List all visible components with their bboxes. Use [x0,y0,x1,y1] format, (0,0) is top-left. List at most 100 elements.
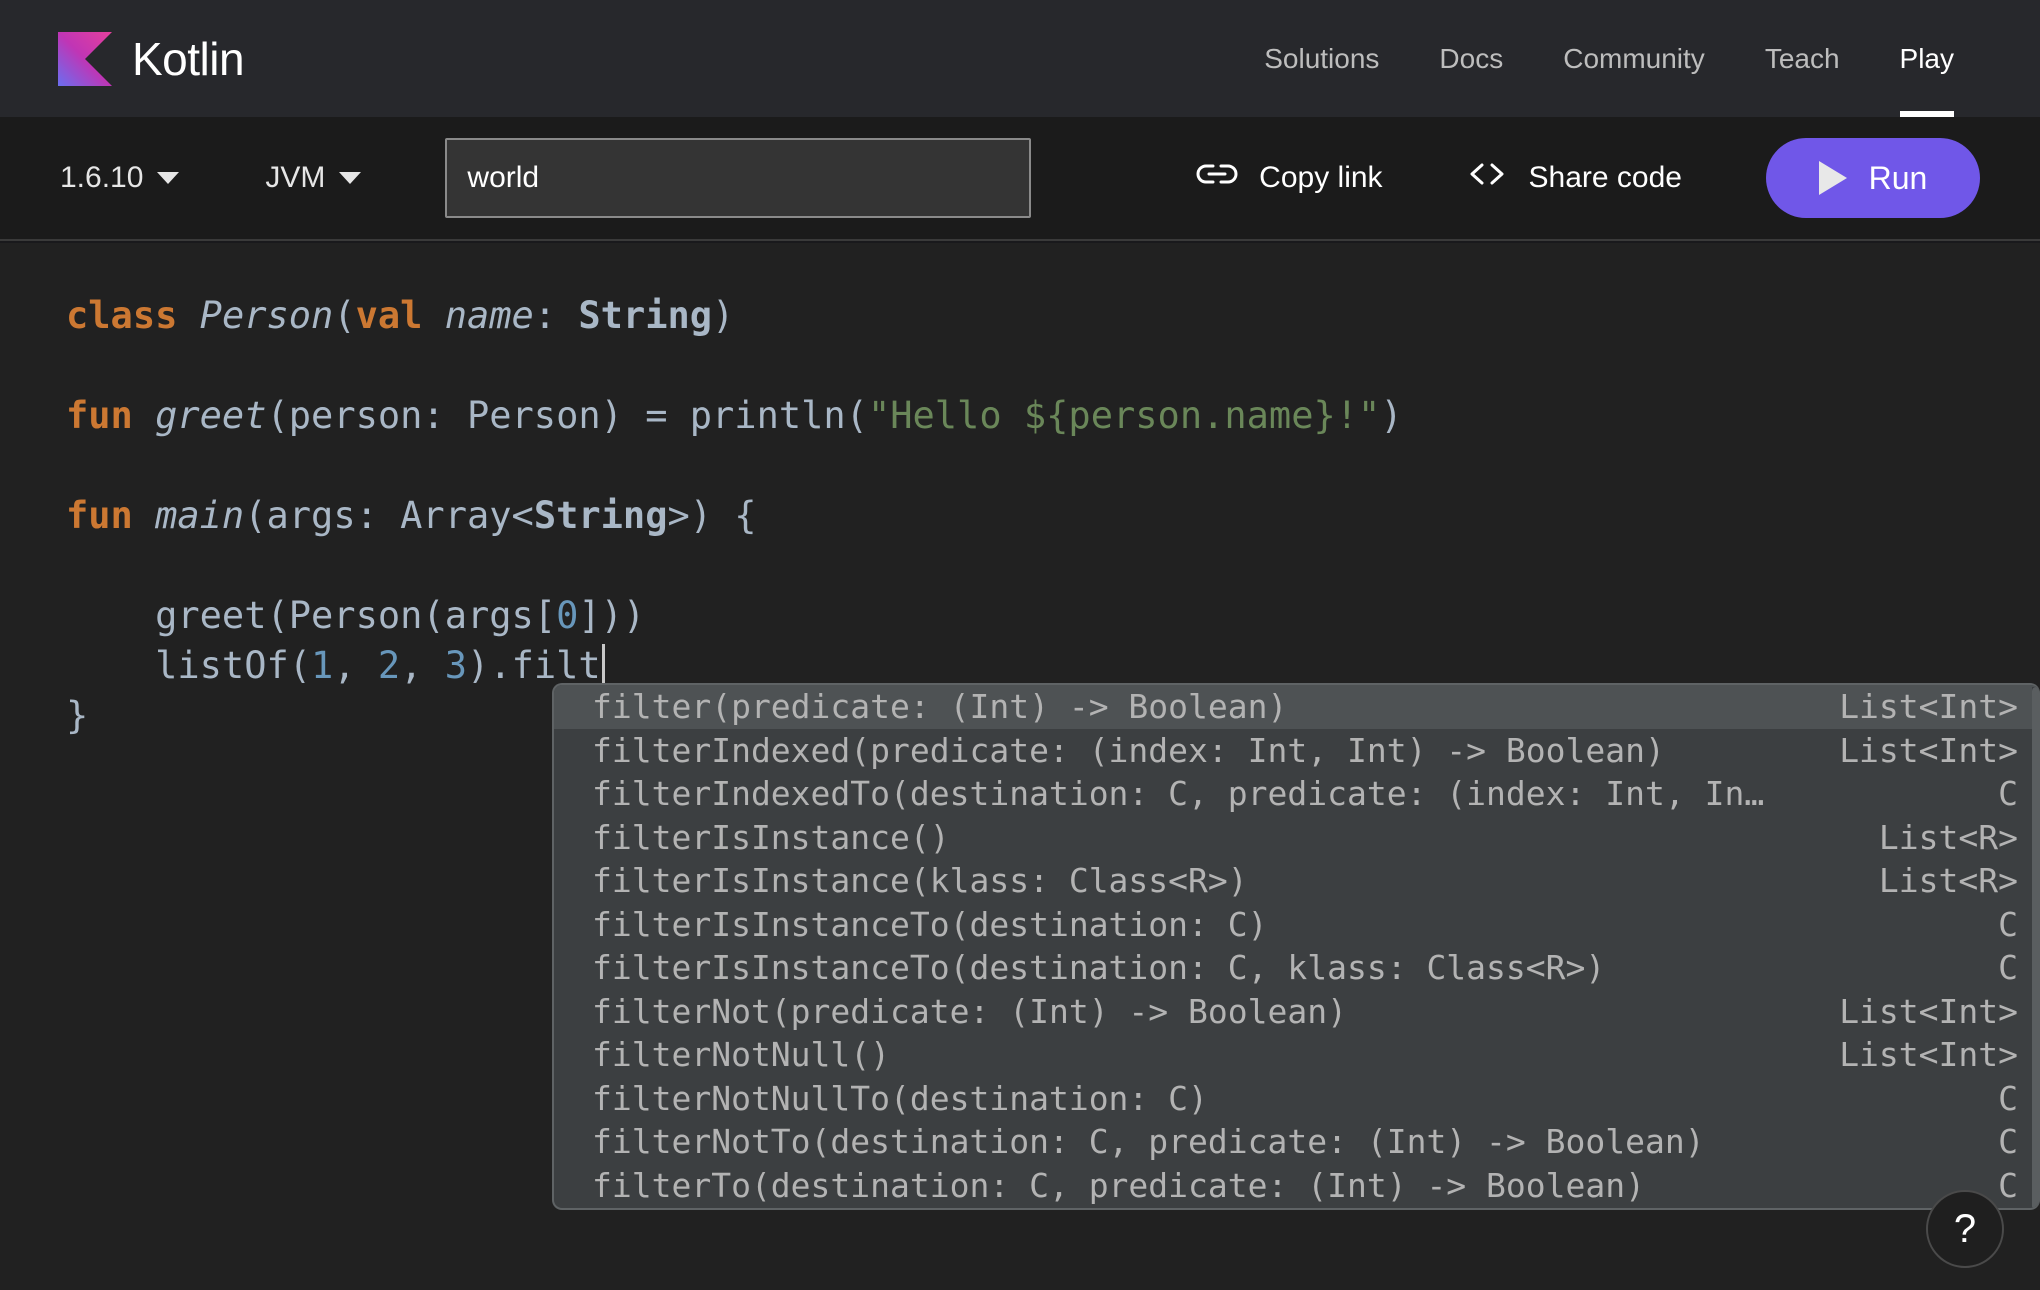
autocomplete-item-signature: filterIsInstance() [592,817,950,857]
kotlin-logo-icon [58,31,112,86]
platform-select[interactable]: JVM [265,161,362,195]
code-token: >) { [667,494,757,537]
playground-toolbar: 1.6.10 JVM Copy link [0,117,2040,241]
code-token: , [333,644,378,687]
autocomplete-item[interactable]: filter(predicate: (Int) -> Boolean) List<… [554,685,2040,729]
autocomplete-item-return-type: C [1998,1165,2018,1205]
autocomplete-item-signature: filterIndexed(predicate: (index: Int, In… [592,730,1665,770]
play-triangle-icon [1818,161,1847,195]
code-token: ) [712,294,735,337]
autocomplete-item-return-type: C [1998,1122,2018,1162]
share-code-button[interactable]: Share code [1465,158,1682,198]
autocomplete-scrollbar[interactable] [2032,687,2040,1208]
code-token: greet [155,394,267,437]
autocomplete-item-return-type: List<R> [1878,817,2018,857]
autocomplete-item[interactable]: filterIsInstance() List<R> [554,816,2040,860]
code-token: class [66,294,178,337]
autocomplete-item[interactable]: filterNot(predicate: (Int) -> Boolean) Li… [554,990,2040,1034]
code-token: fun [66,394,133,437]
nav-item-community[interactable]: Community [1563,0,1705,117]
autocomplete-item-signature: filterNot(predicate: (Int) -> Boolean) [592,991,1347,1031]
code-token: "Hello ${person.name}!" [867,394,1381,437]
program-arguments-input[interactable] [445,138,1032,218]
autocomplete-item-return-type: List<Int> [1839,687,2018,727]
autocomplete-item[interactable]: filterNotNull() List<Int> [554,1033,2040,1077]
code-token: ) [1380,394,1403,437]
toolbar-actions: Copy link Share code Run [1195,138,1980,218]
code-line: class Person(val name: String) [66,291,2040,341]
autocomplete-item-return-type: List<Int> [1839,1035,2018,1075]
autocomplete-item-signature: filterIndexedTo(destination: C, predicat… [592,774,1765,814]
code-token: listOf( [66,644,312,687]
version-select-label: 1.6.10 [60,161,144,194]
code-token: } [66,694,89,737]
autocomplete-item-signature: filter(predicate: (Int) -> Boolean) [592,687,1288,727]
autocomplete-item[interactable]: filterIsInstanceTo(destination: C, klass… [554,946,2040,990]
code-token: 0 [556,594,579,637]
autocomplete-item[interactable]: filterNotTo(destination: C, predicate: (… [554,1120,2040,1164]
code-token: ).filt [467,644,601,687]
autocomplete-item-signature: filterNotTo(destination: C, predicate: (… [592,1122,1705,1162]
autocomplete-item-signature: filterIsInstanceTo(destination: C) [592,904,1268,944]
run-button[interactable]: Run [1766,138,1980,218]
nav-item-play[interactable]: Play [1899,0,1955,117]
chevron-down-icon [339,172,362,184]
code-token: main [155,494,245,537]
code-token: (person: Person) = println( [266,394,868,437]
autocomplete-item[interactable]: filterIsInstanceTo(destination: C) C [554,903,2040,947]
code-line: greet(Person(args[0])) [66,591,2040,641]
autocomplete-item[interactable]: filterNotNullTo(destination: C) C [554,1077,2040,1121]
autocomplete-item-signature: filterTo(destination: C, predicate: (Int… [592,1165,1645,1205]
code-token: String [533,494,668,537]
code-brackets-icon [1465,158,1509,198]
autocomplete-item-signature: filterIsInstanceTo(destination: C, klass… [592,948,1606,988]
autocomplete-item-return-type: C [1998,948,2018,988]
copy-link-button[interactable]: Copy link [1195,158,1383,198]
link-icon [1195,158,1239,198]
code-token: val [355,294,423,337]
brand-name: Kotlin [132,32,245,85]
autocomplete-item-signature: filterIsInstance(klass: Class<R>) [592,861,1248,901]
code-token: fun [66,494,133,537]
autocomplete-item-return-type: C [1998,904,2018,944]
code-token: name [444,294,534,337]
autocomplete-item[interactable]: filterTo(destination: C, predicate: (Int… [554,1164,2040,1208]
code-token: (args: Array< [244,494,534,537]
code-token: : [533,294,579,337]
site-header: Kotlin Solutions Docs Community Teach Pl… [0,0,2040,117]
autocomplete-item-return-type: List<Int> [1839,730,2018,770]
autocomplete-item[interactable]: filterIsInstance(klass: Class<R>) List<R> [554,859,2040,903]
brand[interactable]: Kotlin [58,31,245,86]
code-line: fun greet(person: Person) = println("Hel… [66,391,2040,441]
copy-link-label: Copy link [1259,161,1383,194]
scrollbar-thumb[interactable] [2032,687,2040,1208]
platform-select-label: JVM [265,161,326,194]
code-token: 3 [444,644,468,687]
code-token: Person [199,294,334,337]
run-button-label: Run [1868,159,1928,196]
autocomplete-item-return-type: List<Int> [1839,991,2018,1031]
chevron-down-icon [157,172,180,184]
code-token: ])) [578,594,646,637]
autocomplete-popup[interactable]: filter(predicate: (Int) -> Boolean) List<… [552,683,2040,1210]
help-button[interactable]: ? [1926,1190,2004,1268]
text-cursor [601,644,605,686]
code-token: ( [333,294,356,337]
nav-item-teach[interactable]: Teach [1765,0,1840,117]
autocomplete-item[interactable]: filterIndexed(predicate: (index: Int, In… [554,729,2040,773]
code-token: 1 [311,644,334,687]
version-select[interactable]: 1.6.10 [60,161,180,195]
nav-item-solutions[interactable]: Solutions [1264,0,1379,117]
page-root: Kotlin Solutions Docs Community Teach Pl… [0,0,2040,1290]
autocomplete-item-signature: filterNotNullTo(destination: C) [592,1078,1208,1118]
autocomplete-item-return-type: C [1998,774,2018,814]
nav-item-docs[interactable]: Docs [1439,0,1503,117]
autocomplete-item[interactable]: filterIndexedTo(destination: C, predicat… [554,772,2040,816]
share-code-label: Share code [1528,161,1682,194]
